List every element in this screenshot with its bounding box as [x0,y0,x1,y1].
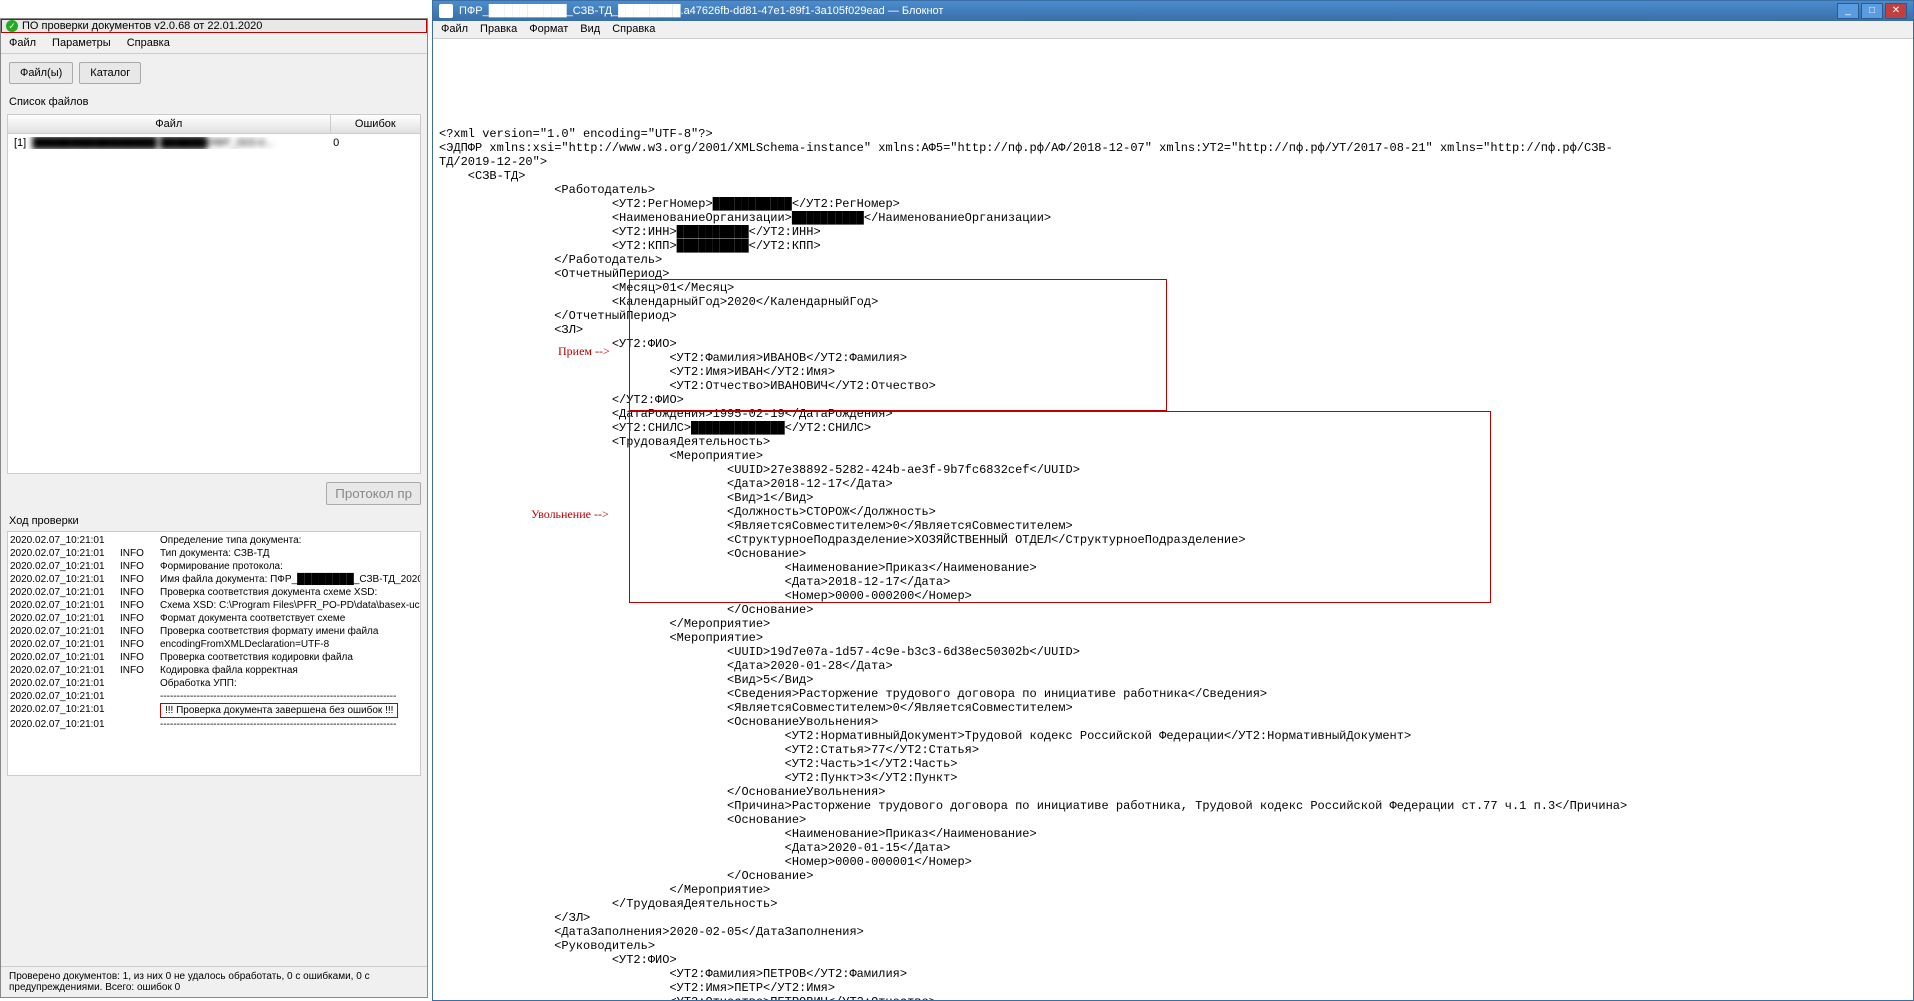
col-file[interactable]: Файл [8,115,331,133]
minimize-button[interactable]: _ [1837,3,1859,19]
menu-params[interactable]: Параметры [52,37,111,49]
np-menu-file[interactable]: Файл [441,23,468,36]
file-cell: [1] ████████████████ ██████ИФР_003-0... [14,137,327,149]
np-menu-help[interactable]: Справка [612,23,655,36]
notepad-title: ПФР_██████████_СЗВ-ТД_████████.a47626fb-… [459,5,943,17]
maximize-button[interactable]: □ [1861,3,1883,19]
table-row[interactable]: [1] ████████████████ ██████ИФР_003-0... … [8,134,420,152]
np-menu-view[interactable]: Вид [580,23,600,36]
close-button[interactable]: ✕ [1885,3,1907,19]
notepad-icon [439,4,453,18]
xml-text: <?xml version="1.0" encoding="UTF-8"?> <… [439,127,1907,1000]
protocol-button[interactable]: Протокол пр [326,482,421,505]
notepad-content[interactable]: Прием --> Увольнение --> <?xml version="… [433,39,1913,1000]
menu-file[interactable]: Файл [9,37,36,49]
log-area[interactable]: 2020.02.07_10:21:01Определение типа доку… [7,531,421,776]
validator-window: ✓ ПО проверки документов v2.0.68 от 22.0… [0,18,428,998]
window-buttons: _ □ ✕ [1837,3,1907,19]
errors-cell: 0 [327,137,414,149]
annotation-priem: Прием --> [558,344,610,358]
files-button[interactable]: Файл(ы) [9,62,73,84]
notepad-menubar: Файл Правка Формат Вид Справка [433,21,1913,39]
validator-toolbar: Файл(ы) Каталог [1,54,427,92]
np-menu-edit[interactable]: Правка [480,23,517,36]
check-icon: ✓ [6,20,18,32]
validator-menubar: Файл Параметры Справка [1,33,427,54]
file-table: Файл Ошибок [1] ████████████████ ██████И… [7,114,421,474]
validator-title: ПО проверки документов v2.0.68 от 22.01.… [22,20,262,32]
catalog-button[interactable]: Каталог [79,62,141,84]
status-bar: Проверено документов: 1, из них 0 не уда… [1,966,427,997]
menu-help[interactable]: Справка [127,37,170,49]
notepad-titlebar: ПФР_██████████_СЗВ-ТД_████████.a47626fb-… [433,1,1913,21]
file-list-label: Список файлов [1,92,427,112]
np-menu-format[interactable]: Формат [529,23,568,36]
table-header: Файл Ошибок [8,115,420,134]
notepad-window: ПФР_██████████_СЗВ-ТД_████████.a47626fb-… [432,0,1914,1001]
annotation-uvol: Увольнение --> [531,507,609,521]
col-errors[interactable]: Ошибок [331,115,420,133]
validator-titlebar: ✓ ПО проверки документов v2.0.68 от 22.0… [1,19,427,33]
log-label: Ход проверки [1,511,427,531]
